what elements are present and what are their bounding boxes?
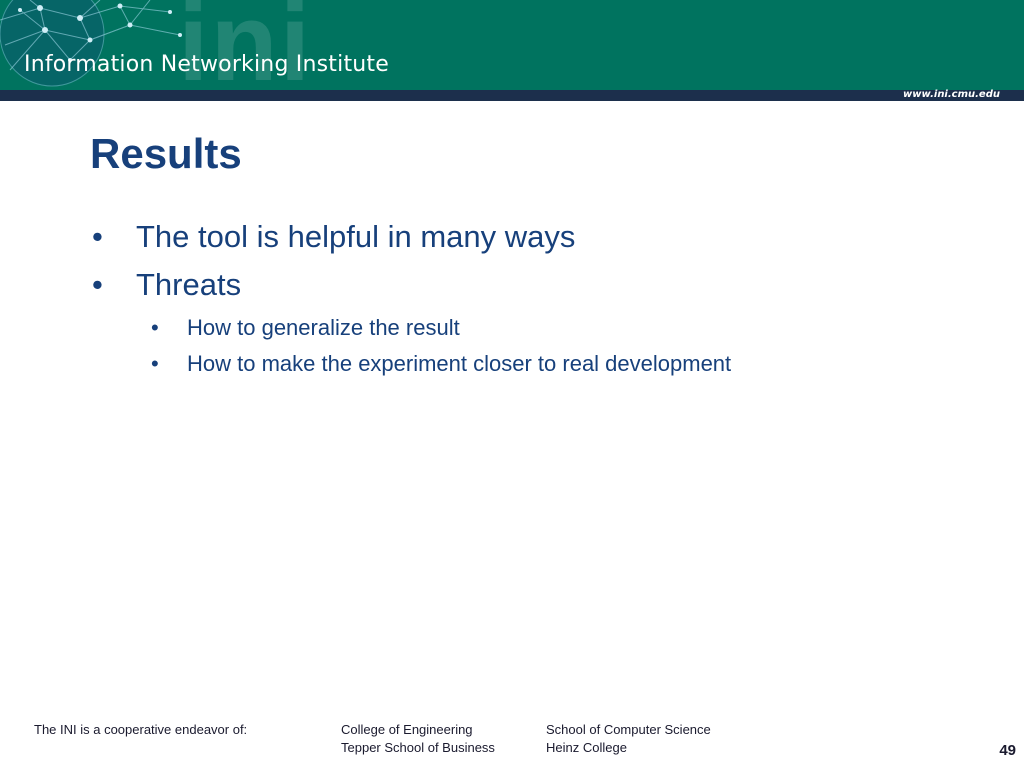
footer-college: Heinz College <box>546 740 627 755</box>
bullet-text: Threats <box>136 267 242 302</box>
footer-college: School of Computer Science <box>546 722 711 737</box>
footer-college: Tepper School of Business <box>341 740 495 755</box>
slide-header: ini Information Networking Institute <box>0 0 1024 90</box>
sub-bullet-item: • How to generalize the result <box>88 310 731 346</box>
sub-bullet-item: • How to make the experiment closer to r… <box>88 346 731 382</box>
sub-bullet-text: How to make the experiment closer to rea… <box>187 351 732 376</box>
slide-footer: The INI is a cooperative endeavor of: Co… <box>0 720 1024 768</box>
organization-name: Information Networking Institute <box>24 52 389 77</box>
bullet-item: • Threats <box>88 262 731 310</box>
website-url: www.ini.cmu.edu <box>903 89 1000 100</box>
url-bar: www.ini.cmu.edu <box>0 89 1024 101</box>
page-number: 49 <box>999 742 1016 759</box>
bullet-icon: • <box>151 315 159 340</box>
footer-intro: The INI is a cooperative endeavor of: <box>34 722 248 737</box>
sub-bullet-text: How to generalize the result <box>187 315 460 340</box>
bullet-list: • The tool is helpful in many ways • Thr… <box>88 214 731 382</box>
bullet-item: • The tool is helpful in many ways <box>88 214 731 262</box>
bullet-icon: • <box>92 219 103 254</box>
footer-college: College of Engineering <box>341 722 473 737</box>
bullet-text: The tool is helpful in many ways <box>136 219 576 254</box>
slide-title: Results <box>90 130 242 177</box>
bullet-icon: • <box>151 351 159 376</box>
bullet-icon: • <box>92 267 103 302</box>
